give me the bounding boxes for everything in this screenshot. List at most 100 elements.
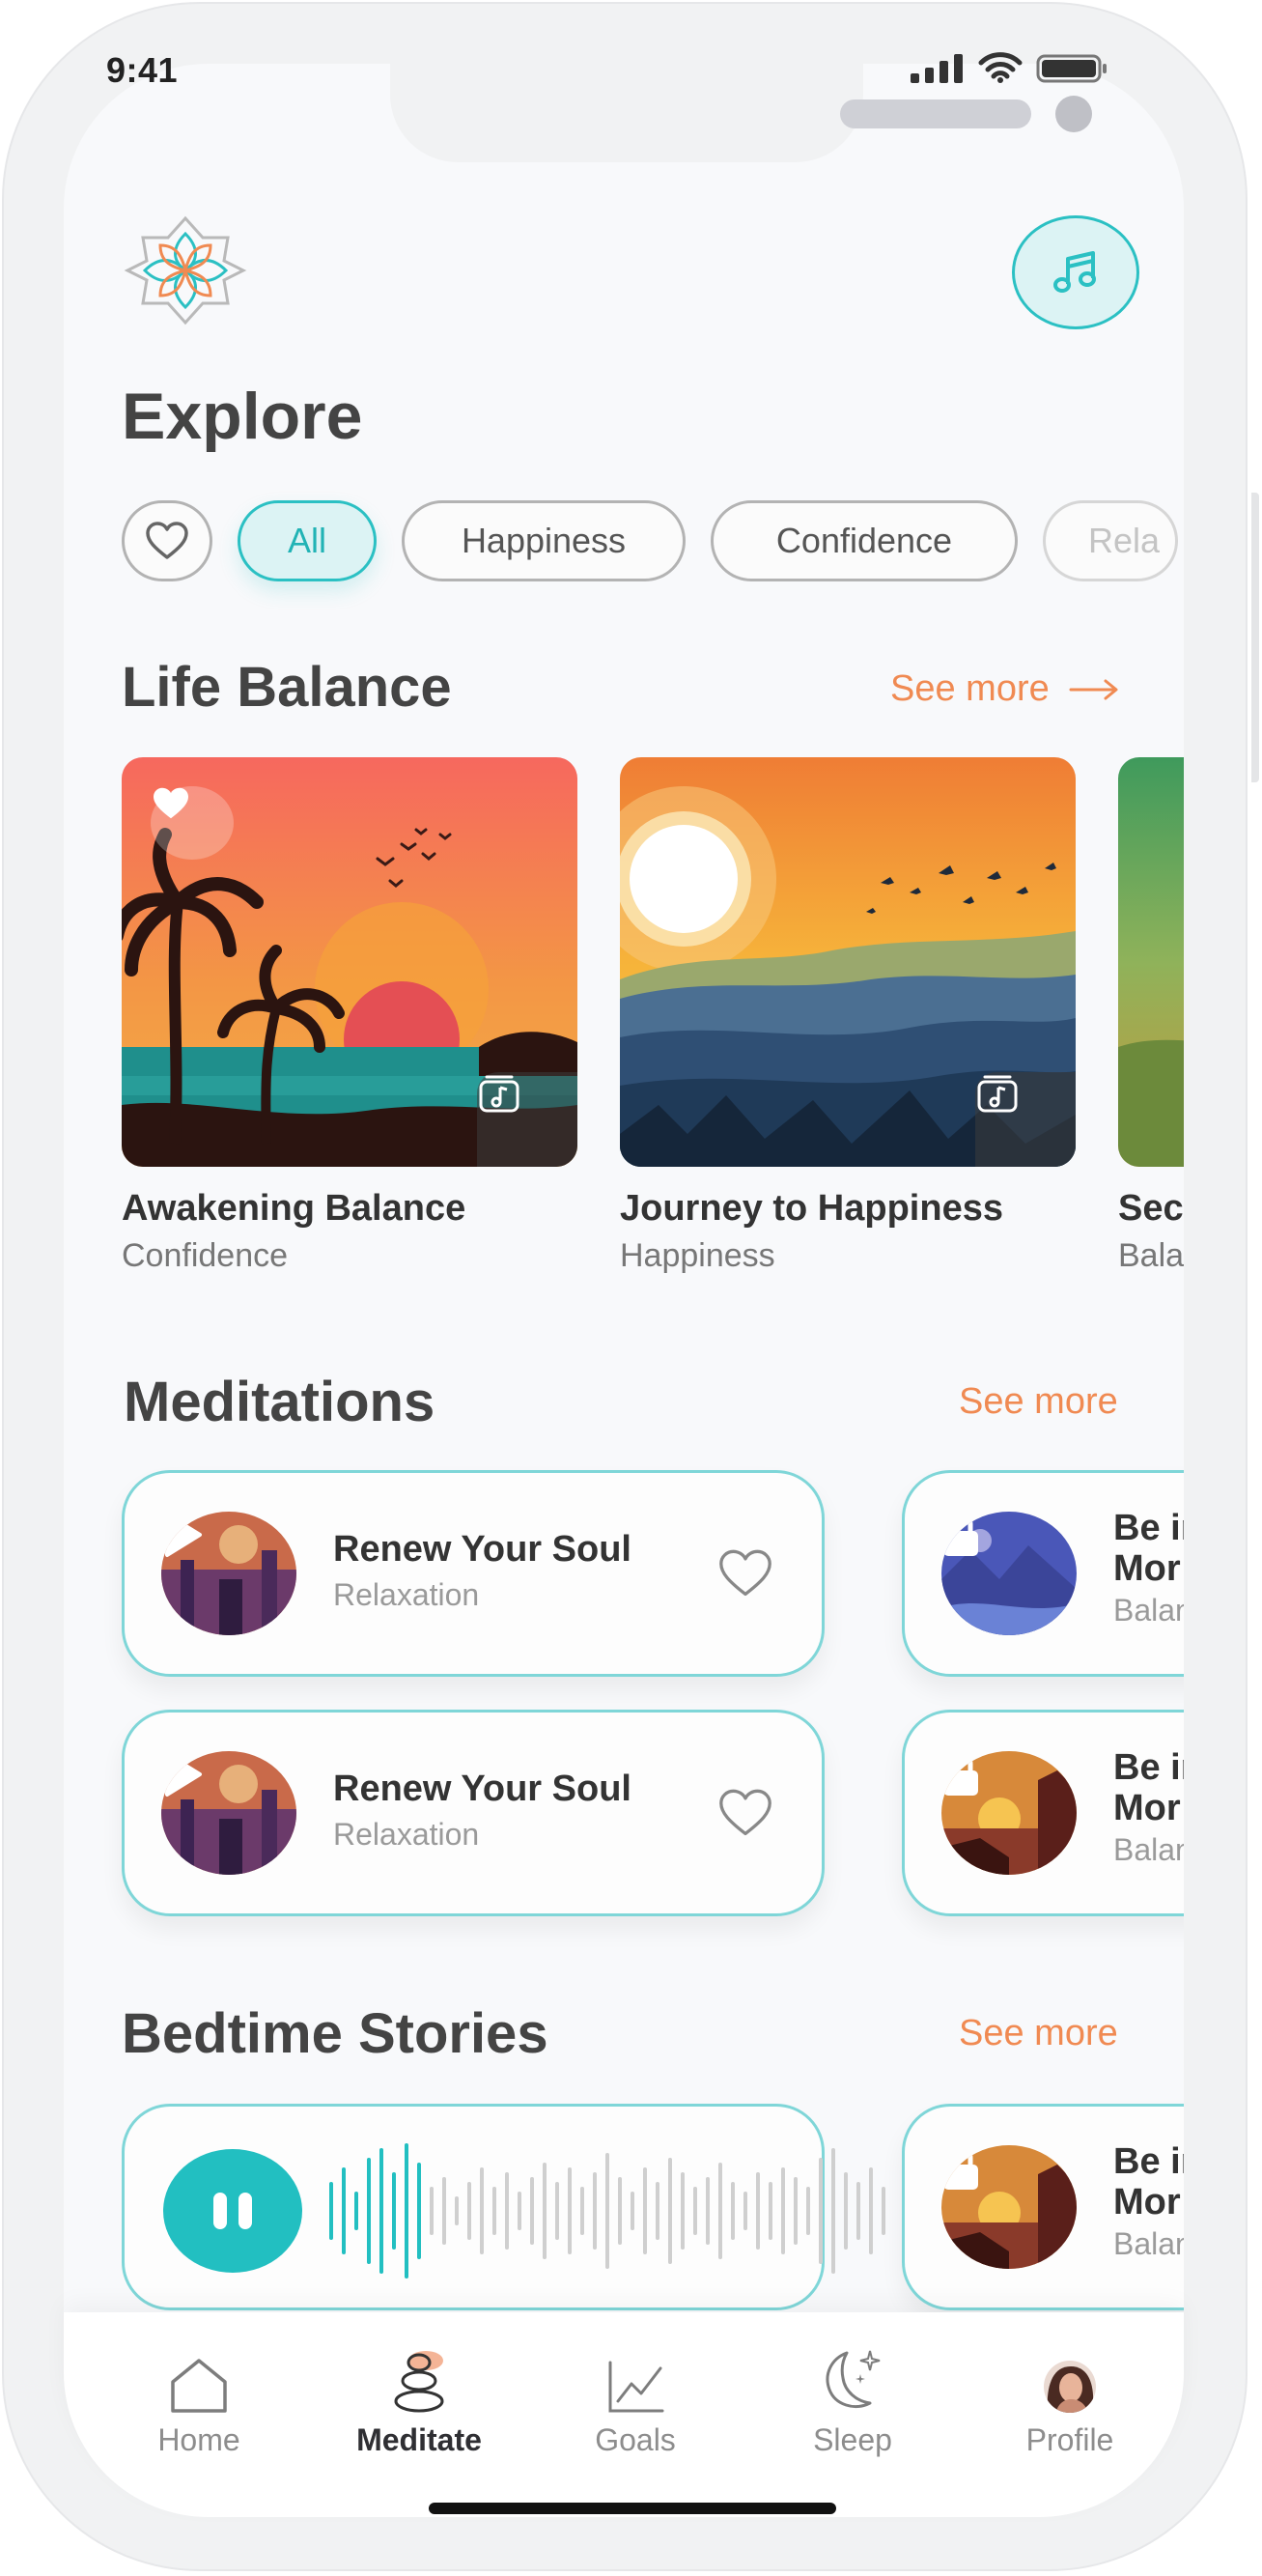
play-button[interactable]: [161, 1751, 296, 1875]
tab-home[interactable]: Home: [112, 2345, 286, 2458]
heart-outline-icon[interactable]: [717, 1788, 773, 1838]
filter-chip-relaxation[interactable]: Rela: [1043, 500, 1178, 581]
waveform-bar: [693, 2187, 697, 2235]
waveform-bar: [417, 2163, 421, 2259]
waveform-bar: [743, 2192, 747, 2230]
see-more-label: See more: [890, 668, 1050, 709]
waveform-bar: [392, 2172, 396, 2250]
waveform-bar: [467, 2182, 471, 2240]
waveform-bar: [718, 2163, 722, 2259]
wifi-icon: [978, 52, 1023, 83]
bedtime-stories-see-more[interactable]: See more: [959, 2013, 1118, 2054]
meditation-card[interactable]: Be in Mor Balan: [902, 1470, 1184, 1677]
meditation-card[interactable]: Renew Your Soul Relaxation: [122, 1470, 825, 1677]
heart-filled-icon: [154, 787, 188, 819]
card-image: [1118, 757, 1184, 1167]
lock-icon: [943, 2145, 978, 2190]
waveform-bar: [731, 2182, 735, 2240]
title-line: Mor: [1113, 1788, 1181, 1828]
story-thumbnail: [941, 2145, 1077, 2269]
meditations-see-more[interactable]: See more: [959, 1381, 1118, 1423]
card-image: [620, 757, 1076, 1167]
meditation-title: Be in Mor: [1113, 1747, 1184, 1828]
camera: [1055, 96, 1092, 132]
heart-outline-icon[interactable]: [717, 1548, 773, 1599]
meditations-carousel: Renew Your Soul Relaxation Renew Your So…: [64, 1458, 1184, 1951]
title-line: Be in: [1113, 1747, 1184, 1788]
meditation-title: Renew Your Soul: [333, 1769, 631, 1809]
favorite-button[interactable]: [151, 786, 234, 860]
chart-icon: [608, 2361, 664, 2413]
waveform-bar: [831, 2148, 835, 2274]
waveform-bar: [769, 2182, 772, 2240]
audio-file-icon: [977, 1075, 1018, 1113]
meditations-title: Meditations: [124, 1371, 435, 1433]
audio-file-icon: [479, 1075, 519, 1113]
home-icon: [171, 2359, 227, 2413]
music-button[interactable]: [1012, 215, 1139, 329]
waveform-bar: [492, 2187, 496, 2235]
tab-label: Goals: [595, 2422, 676, 2457]
waveform-bar: [354, 2192, 358, 2230]
tab-profile[interactable]: Profile: [983, 2345, 1157, 2458]
meditation-category: Relaxation: [333, 1577, 480, 1612]
avatar: [1044, 2361, 1096, 2413]
filter-chip-all[interactable]: All: [238, 500, 377, 581]
waveform-bar: [555, 2182, 559, 2240]
status-icons: [911, 52, 1108, 83]
life-balance-title: Life Balance: [122, 656, 452, 719]
balance-card[interactable]: Sec Bala: [1118, 757, 1184, 1275]
card-category: Confidence: [122, 1237, 289, 1274]
tab-label: Profile: [1025, 2422, 1114, 2457]
page-title: Explore: [122, 380, 363, 453]
life-balance-see-more[interactable]: See more: [890, 668, 1119, 710]
waveform-bar: [605, 2153, 609, 2269]
waveform-bar: [643, 2167, 647, 2254]
tab-sleep[interactable]: Sleep: [766, 2345, 939, 2458]
meditation-card[interactable]: Renew Your Soul Relaxation: [122, 1710, 825, 1916]
tab-goals[interactable]: Goals: [548, 2345, 722, 2458]
lock-overlay: [941, 2145, 1077, 2269]
tab-label: Meditate: [356, 2422, 482, 2457]
waveform-bar: [405, 2143, 408, 2279]
lock-icon: [943, 1751, 978, 1796]
notch: [390, 64, 1092, 162]
lock-icon: [943, 1512, 978, 1556]
meditation-category: Relaxation: [333, 1817, 480, 1852]
see-more-label: See more: [959, 1381, 1118, 1422]
waveform-bar: [631, 2192, 634, 2230]
pause-button[interactable]: [163, 2149, 302, 2273]
play-icon: [165, 1513, 202, 1557]
card-category: Happiness: [620, 1237, 775, 1274]
pause-icon: [213, 2193, 227, 2229]
waveform-bar: [794, 2177, 798, 2245]
story-player-card[interactable]: [122, 2104, 885, 2310]
bedtime-stories-carousel: Be in Mor Balan: [64, 2092, 1184, 2312]
meditation-thumbnail: [941, 1751, 1077, 1875]
waveform-bar: [819, 2158, 823, 2264]
waveform-bar: [668, 2158, 672, 2264]
meditation-title: Be in Mor: [1113, 1508, 1184, 1589]
waveform-bar: [430, 2187, 434, 2235]
card-category: Bala: [1118, 1237, 1184, 1274]
waveform-bar: [869, 2167, 873, 2254]
filter-chip-happiness[interactable]: Happiness: [402, 500, 686, 581]
audio-waveform[interactable]: [329, 2143, 885, 2279]
story-card[interactable]: Be in Mor Balan: [902, 2104, 1184, 2310]
meditation-card[interactable]: Be in Mor Balan: [902, 1710, 1184, 1916]
favorites-filter-chip[interactable]: [122, 500, 212, 581]
waveform-bar: [781, 2167, 785, 2254]
tab-meditate[interactable]: Meditate: [332, 2345, 506, 2458]
balance-card[interactable]: Journey to Happiness Happiness: [620, 757, 1076, 1275]
music-note-icon: [1053, 251, 1096, 293]
meditation-category: Balan: [1113, 1832, 1184, 1867]
home-indicator: [429, 2503, 836, 2514]
filter-chip-confidence[interactable]: Confidence: [711, 500, 1018, 581]
meditation-title: Renew Your Soul: [333, 1529, 631, 1570]
moon-icon: [826, 2350, 881, 2408]
balance-card[interactable]: Awakening Balance Confidence: [122, 757, 577, 1275]
lock-overlay: [941, 1751, 1077, 1875]
play-button[interactable]: [161, 1512, 296, 1635]
card-image: [122, 757, 577, 1167]
filter-chips: All Happiness Confidence Rela: [122, 500, 1178, 581]
